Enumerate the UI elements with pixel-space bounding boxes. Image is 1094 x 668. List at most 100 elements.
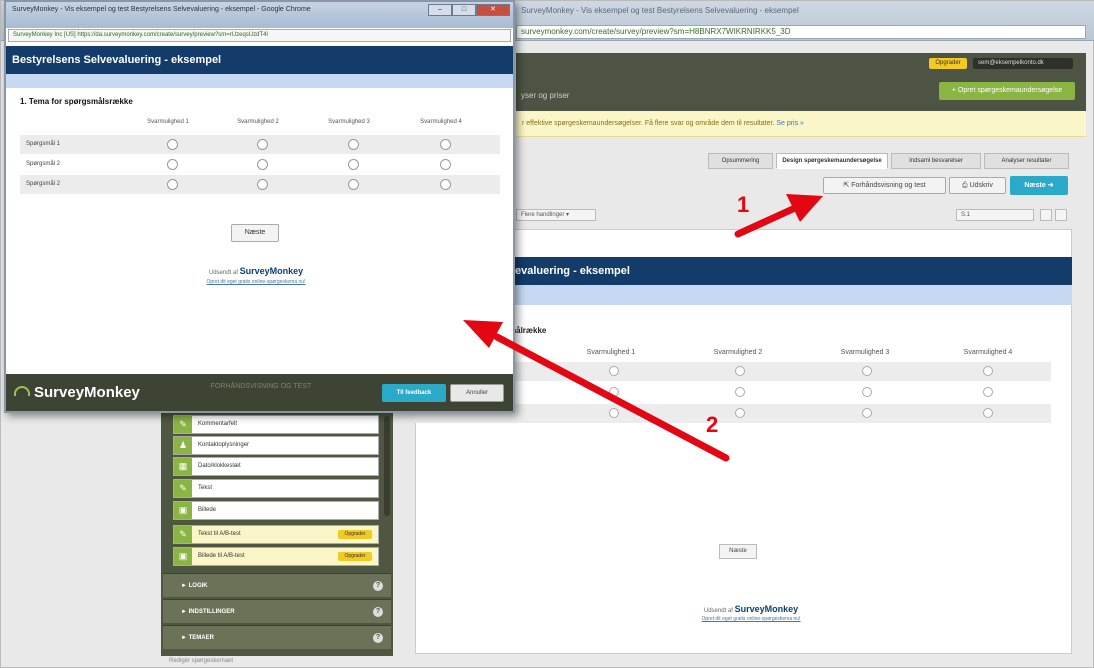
- canvas-radio[interactable]: [609, 366, 619, 376]
- builder-item-contact[interactable]: ♟ Kontaktoplysninger: [173, 436, 379, 455]
- page-select[interactable]: S.1: [956, 209, 1034, 221]
- canvas-column-header: Svarmulighed 4: [963, 349, 1013, 356]
- preview-button-label: Forhåndsvisning og test: [851, 182, 926, 189]
- preview-and-test-button[interactable]: ⇱ Forhåndsvisning og test: [823, 177, 946, 194]
- builder-item-ab-image[interactable]: ▣ Billede til A/B-test Opgrader: [173, 547, 379, 566]
- popup-column-header: Svarmulighed 2: [237, 119, 279, 125]
- info-banner-link[interactable]: Se pris »: [776, 120, 804, 127]
- popup-radio[interactable]: [440, 179, 451, 190]
- tab-collect-responses[interactable]: Indsaml besvarelser: [891, 153, 981, 169]
- canvas-radio[interactable]: [735, 408, 745, 418]
- maximize-icon[interactable]: □: [452, 4, 476, 16]
- popup-create-link[interactable]: Opret dit eget gratis online-spørgeskema…: [106, 279, 406, 285]
- powered-by-brand: SurveyMonkey: [239, 266, 304, 276]
- builder-item-image[interactable]: ▣ Billede: [173, 501, 379, 520]
- builder-item-comment[interactable]: ✎ Kommentarfelt: [173, 415, 379, 434]
- upgrade-tag[interactable]: Opgrader: [338, 552, 372, 561]
- canvas-radio[interactable]: [609, 387, 619, 397]
- builder-item-label: Tekst: [198, 485, 213, 491]
- logo-text: SurveyMonkey: [34, 384, 140, 401]
- preview-mode-label: FORHÅNDSVISNING OG TEST: [210, 383, 312, 390]
- popup-column-header: Svarmulighed 4: [420, 119, 462, 125]
- annotation-number-1: 1: [737, 192, 750, 217]
- popup-column-header: Svarmulighed 1: [147, 119, 189, 125]
- popup-radio[interactable]: [348, 179, 359, 190]
- builder-item-text[interactable]: ✎ Tekst: [173, 479, 379, 498]
- canvas-radio[interactable]: [862, 408, 872, 418]
- canvas-radio[interactable]: [735, 387, 745, 397]
- header-subnav[interactable]: yser og priser: [521, 91, 569, 100]
- help-icon[interactable]: ?: [373, 607, 383, 617]
- builder-item-ab-text[interactable]: ✎ Tekst til A/B-test Opgrader: [173, 525, 379, 544]
- popup-footer: SurveyMonkey FORHÅNDSVISNING OG TEST Til…: [6, 374, 513, 411]
- cancel-button[interactable]: Annuller: [450, 384, 504, 402]
- upgrade-button[interactable]: Opgrader: [929, 58, 967, 69]
- help-icon[interactable]: ?: [373, 633, 383, 643]
- user-menu[interactable]: sem@eksempelkonto.dk: [973, 58, 1073, 69]
- canvas-radio[interactable]: [609, 408, 619, 418]
- surveymonkey-logo: SurveyMonkey: [14, 384, 140, 401]
- page-actions-label: Flere handlinger: [521, 212, 565, 218]
- info-banner-text: r effektive spørgeskemaundersøgelser. Få…: [522, 120, 775, 127]
- upgrade-tag[interactable]: Opgrader: [338, 530, 372, 539]
- minimize-icon[interactable]: –: [428, 4, 452, 16]
- builder-item-label: Tekst til A/B-test: [198, 531, 241, 537]
- canvas-radio[interactable]: [862, 387, 872, 397]
- popup-next-button[interactable]: Næste: [231, 224, 279, 242]
- tab-analyze-results[interactable]: Analyser resultater: [984, 153, 1069, 169]
- canvas-radio[interactable]: [862, 366, 872, 376]
- builder-item-datetime[interactable]: ▦ Dato/klokkeslæt: [173, 457, 379, 476]
- canvas-radio[interactable]: [983, 387, 993, 397]
- section-label: ► INDSTILLINGER: [181, 609, 235, 615]
- section-settings[interactable]: ► INDSTILLINGER ?: [163, 599, 391, 623]
- canvas-next-button[interactable]: Næste: [719, 544, 757, 559]
- popup-radio[interactable]: [167, 159, 178, 170]
- tab-design-survey[interactable]: Design spørgeskemaundersøgelse: [776, 153, 888, 169]
- edit-survey-link[interactable]: Redigér spørgeskemaet: [169, 658, 233, 664]
- create-survey-button[interactable]: + Opret spørgeskemaundersøgelse: [939, 82, 1075, 100]
- tab-summary[interactable]: Opsummering: [708, 153, 773, 169]
- canvas-column-header: Svarmulighed 1: [586, 349, 636, 356]
- popup-radio[interactable]: [440, 159, 451, 170]
- popup-radio[interactable]: [348, 139, 359, 150]
- popup-question-row: Spørgsmål 1: [20, 135, 500, 154]
- background-window-title: SurveyMonkey - Vis eksempel og test Best…: [521, 6, 799, 15]
- builder-item-label: Billede til A/B-test: [198, 553, 245, 559]
- popup-address-bar[interactable]: SurveyMonkey Inc [US] https://da.surveym…: [8, 29, 511, 42]
- builder-scrollbar[interactable]: [384, 416, 390, 516]
- canvas-create-link[interactable]: Opret dit eget gratis online-spørgeskema…: [601, 616, 901, 622]
- section-logic[interactable]: ► LOGIK ?: [163, 573, 391, 597]
- print-button-label: Udskriv: [969, 182, 993, 189]
- popup-question-row: Spørgsmål 2: [20, 175, 500, 194]
- popup-radio[interactable]: [257, 179, 268, 190]
- page-next-button[interactable]: [1055, 209, 1067, 221]
- feedback-button[interactable]: Til feedback: [382, 384, 446, 402]
- page-prev-button[interactable]: [1040, 209, 1052, 221]
- canvas-radio[interactable]: [983, 366, 993, 376]
- background-address-bar[interactable]: surveymonkey.com/create/survey/preview?s…: [516, 25, 1086, 39]
- help-icon[interactable]: ?: [373, 581, 383, 591]
- canvas-radio[interactable]: [983, 408, 993, 418]
- builder-item-label: Kontaktoplysninger: [198, 442, 250, 448]
- popup-radio[interactable]: [167, 179, 178, 190]
- popup-row-label: Spørgsmål 2: [26, 161, 61, 167]
- preview-popup-window: SurveyMonkey - Vis eksempel og test Best…: [4, 0, 515, 413]
- section-themes[interactable]: ► TEMAER ?: [163, 625, 391, 649]
- page-select-value: S.1: [961, 212, 971, 218]
- text-icon: ✎: [174, 480, 192, 497]
- info-banner: r effektive spørgeskemaundersøgelser. Få…: [516, 111, 1086, 137]
- canvas-radio[interactable]: [735, 366, 745, 376]
- popup-survey-title: Bestyrelsens Selvevaluering - eksempel: [6, 46, 513, 74]
- popup-radio[interactable]: [440, 139, 451, 150]
- popup-radio[interactable]: [257, 159, 268, 170]
- popup-radio[interactable]: [348, 159, 359, 170]
- popup-radio[interactable]: [257, 139, 268, 150]
- next-button-main[interactable]: Næste ➜: [1010, 176, 1068, 195]
- close-icon[interactable]: ✕: [476, 4, 510, 16]
- powered-by-brand: SurveyMonkey: [734, 604, 799, 614]
- popup-title: SurveyMonkey - Vis eksempel og test Best…: [12, 6, 311, 13]
- popup-radio[interactable]: [167, 139, 178, 150]
- page-actions-dropdown[interactable]: Flere handlinger ▾: [516, 209, 596, 221]
- next-button-main-label: Næste: [1024, 182, 1046, 189]
- print-button[interactable]: ⎙ Udskriv: [949, 177, 1006, 194]
